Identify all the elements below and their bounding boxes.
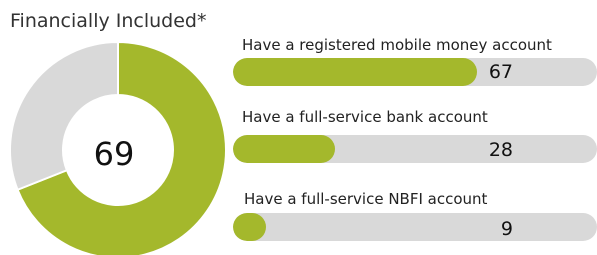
donut-title: Financially Included* [10, 10, 207, 32]
bar-label: Have a full-service bank account [242, 108, 488, 126]
bar-track [233, 135, 597, 163]
bar-fill [233, 135, 335, 163]
donut-center-value: 69 [93, 135, 135, 173]
bar-value: 28 [488, 139, 513, 161]
bar-track [233, 58, 597, 86]
bar-track [233, 213, 597, 241]
bar-value: 9 [500, 218, 513, 240]
bar-label: Have a full-service NBFI account [244, 190, 488, 208]
bar-value: 67 [488, 61, 513, 83]
bar-fill [233, 58, 477, 86]
financial-inclusion-infographic: Financially Included* 69 Have a register… [0, 0, 597, 255]
bar-label: Have a registered mobile money account [242, 36, 552, 54]
bar-fill [233, 213, 266, 241]
